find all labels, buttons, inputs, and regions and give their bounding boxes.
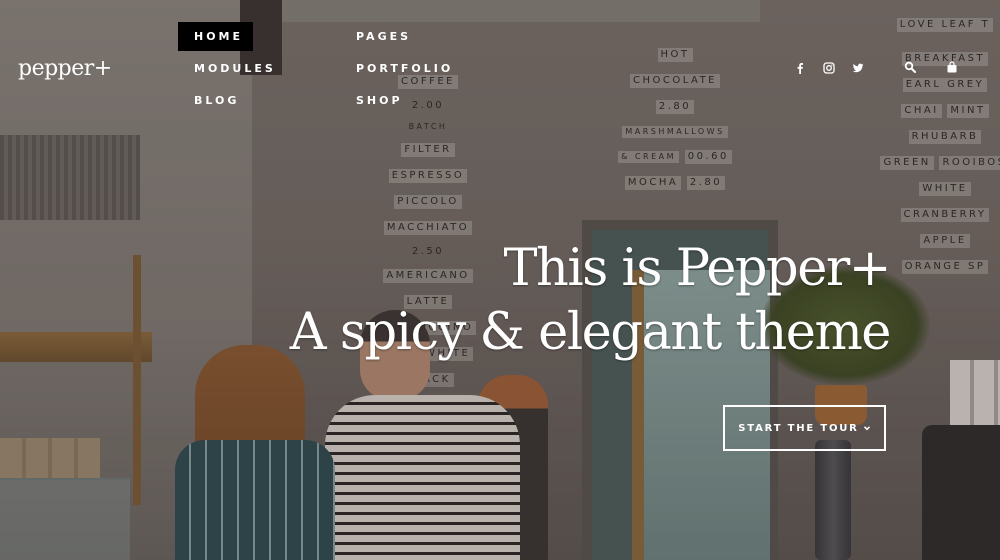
search-icon[interactable] [904, 61, 916, 73]
shopping-bag-icon[interactable] [946, 61, 958, 73]
start-tour-label: START THE TOUR [738, 422, 859, 434]
site-logo[interactable]: pepper+ [18, 56, 112, 81]
start-tour-button[interactable]: START THE TOUR [723, 405, 886, 451]
hero-title-line-2: A spicy & elegant theme [289, 303, 892, 362]
main-nav: HOME MODULES BLOG PAGES PORTFOLIO SHOP [178, 22, 468, 122]
nav-item-blog[interactable]: BLOG [178, 86, 239, 115]
nav-item-modules[interactable]: MODULES [178, 54, 276, 83]
header-tools [904, 61, 958, 73]
social-links [794, 62, 864, 74]
facebook-icon[interactable] [794, 62, 806, 74]
instagram-icon[interactable] [823, 62, 835, 74]
chevron-down-icon [863, 424, 871, 432]
nav-item-pages[interactable]: PAGES [340, 22, 411, 51]
nav-item-portfolio[interactable]: PORTFOLIO [340, 54, 453, 83]
nav-item-shop[interactable]: SHOP [340, 86, 403, 115]
hero-title-line-1: This is Pepper+ [503, 239, 891, 298]
twitter-icon[interactable] [852, 62, 864, 74]
nav-item-home[interactable]: HOME [178, 22, 253, 51]
hero-title: This is Pepper+ A spicy & elegant theme [285, 238, 892, 366]
